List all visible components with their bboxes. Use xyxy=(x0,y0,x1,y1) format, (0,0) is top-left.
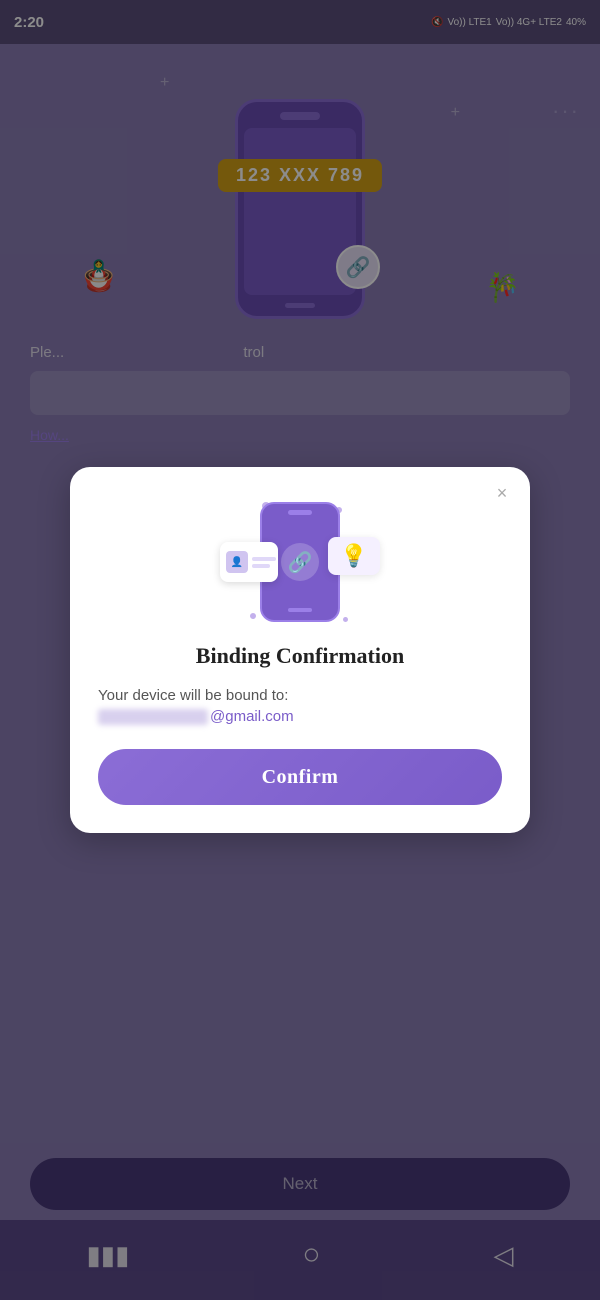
float-lines xyxy=(252,557,276,568)
modal-overlay: × 🔗 👤 💡 xyxy=(0,0,600,1300)
modal-phone-notch xyxy=(288,510,312,515)
float-line-1 xyxy=(252,557,276,561)
email-domain: @gmail.com xyxy=(210,708,294,725)
modal-illustration: 🔗 👤 💡 + + xyxy=(220,497,380,627)
deco-dot-3 xyxy=(250,613,256,619)
modal-email-row: @gmail.com xyxy=(98,708,502,725)
modal-phone-link-icon: 🔗 xyxy=(281,543,319,581)
float-card-bulb: 💡 xyxy=(328,537,380,575)
person-icon: 👤 xyxy=(226,551,248,573)
binding-confirmation-modal: × 🔗 👤 💡 xyxy=(70,467,530,833)
modal-title: Binding Confirmation xyxy=(196,643,404,669)
float-card-person: 👤 xyxy=(220,542,278,582)
deco-dot-4 xyxy=(343,617,348,622)
email-blur-part xyxy=(98,709,208,725)
confirm-button[interactable]: Confirm xyxy=(98,749,502,805)
modal-description: Your device will be bound to: xyxy=(98,687,502,704)
modal-phone-bar xyxy=(288,608,312,612)
bulb-icon: 💡 xyxy=(340,543,367,569)
float-line-2 xyxy=(252,564,270,568)
modal-close-button[interactable]: × xyxy=(490,481,514,505)
